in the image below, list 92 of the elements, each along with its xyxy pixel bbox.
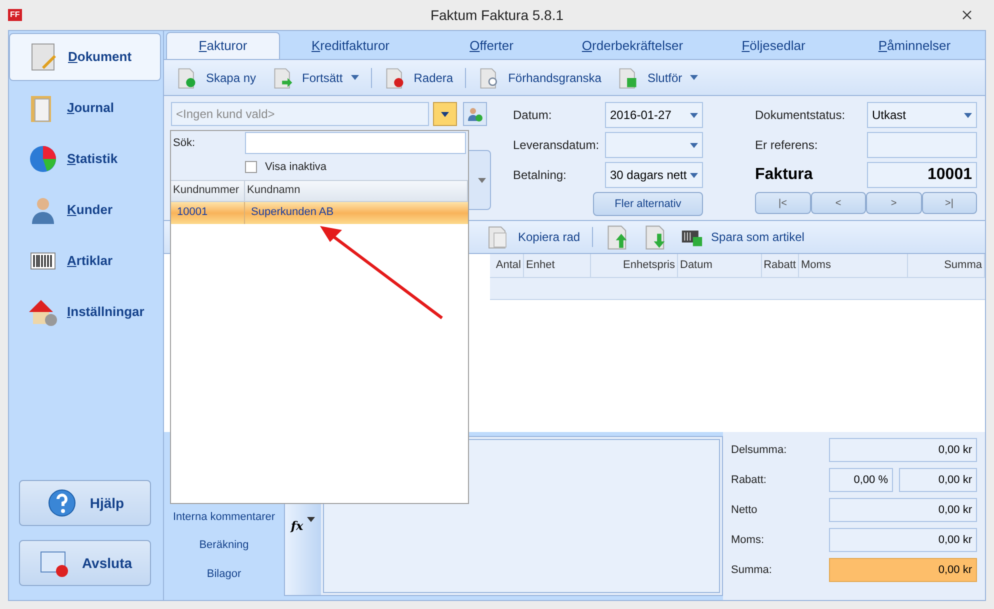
column-header[interactable]: Kundnummer [171, 180, 245, 200]
window-title: Faktum Faktura 5.8.1 [429, 6, 565, 24]
document-type: Faktura [755, 165, 814, 185]
sidebar-item[interactable]: Kunder [9, 186, 161, 234]
field-label: Betalning: [513, 167, 568, 184]
percent-field[interactable]: 0,00 % [829, 468, 893, 492]
caret-icon [690, 75, 698, 80]
table-cell: 10001 [171, 202, 245, 224]
tab[interactable]: Påminnelser [844, 32, 985, 59]
caret-icon [690, 112, 698, 118]
nav-button[interactable]: |< [755, 192, 810, 214]
column-header[interactable]: Enhet [524, 254, 591, 277]
more-options-button[interactable]: Fler alternativ [593, 192, 703, 216]
document-forward-icon [272, 66, 294, 88]
checkbox[interactable] [245, 161, 257, 174]
caret-icon [690, 142, 698, 148]
total-label: Summa: [731, 562, 773, 578]
formula-button[interactable]: fx [290, 517, 304, 535]
add-person-icon [467, 106, 483, 122]
customer-row[interactable]: 10001 Superkunden AB [171, 202, 468, 224]
total-field: 0,00 kr [899, 468, 977, 492]
table-row[interactable] [490, 278, 985, 300]
column-header[interactable]: Moms [799, 254, 908, 277]
app-logo: FF [8, 9, 22, 21]
sidebar-item[interactable]: Journal [9, 84, 161, 132]
customer-field[interactable]: <Ingen kund vald> [171, 102, 429, 126]
toolbar-button[interactable]: Spara som artikel [681, 226, 804, 248]
total-label: Rabatt: [731, 472, 768, 488]
caret-icon [690, 172, 698, 178]
status-dropdown[interactable]: Utkast [867, 102, 977, 128]
sidebar-item[interactable]: Dokument [9, 33, 161, 81]
sidebar-button[interactable]: Avsluta [19, 540, 151, 586]
tab[interactable]: Offerter [421, 32, 562, 59]
field-label: Leveransdatum: [513, 137, 600, 154]
caret-icon [478, 178, 486, 182]
field-label: Datum: [513, 107, 553, 124]
tab[interactable]: Fakturor [166, 32, 280, 59]
nav-button[interactable]: < [810, 192, 866, 214]
dropdown-field[interactable] [605, 132, 703, 158]
total-label: Delsumma: [731, 442, 788, 458]
column-header[interactable]: Summa [908, 254, 985, 277]
total-field: 0,00 kr [829, 528, 977, 552]
tab[interactable]: Kreditfakturor [280, 32, 421, 59]
total-label: Moms: [731, 532, 765, 548]
sidebar-item[interactable]: Artiklar [9, 237, 161, 285]
document-number: 10001 [867, 162, 977, 188]
dropdown-field[interactable]: 2016-01-27 [605, 102, 703, 128]
side-tab[interactable]: Beräkning [199, 537, 249, 554]
total-field: 0,00 kr [829, 498, 977, 522]
caret-icon [350, 75, 359, 80]
toolbar-button[interactable]: Skapa ny [172, 66, 260, 88]
checkbox-label: Visa inaktiva [265, 160, 327, 175]
column-header[interactable]: Rabatt [762, 254, 799, 277]
column-header[interactable]: Antal [490, 254, 524, 277]
table-cell-text: Superkunden AB [250, 205, 335, 220]
sidebar-item[interactable]: Statistik [9, 135, 161, 183]
tab[interactable]: Orderbekräftelser [562, 32, 703, 59]
total-field: 0,00 kr [829, 438, 977, 462]
column-header[interactable]: Datum [678, 254, 762, 277]
toolbar-button[interactable]: Radera [380, 66, 458, 88]
total-field: 0,00 kr [829, 558, 977, 582]
toolbar-button[interactable]: Fortsätt [268, 66, 363, 88]
field-label: Er referens: [755, 137, 819, 154]
caret-icon [441, 112, 449, 116]
search-field[interactable] [245, 132, 466, 154]
sidebar-item[interactable]: Inställningar [9, 288, 161, 336]
column-header[interactable]: Kundnamn [245, 180, 468, 200]
document-check-icon [617, 66, 640, 88]
pie-chart-icon [27, 143, 59, 175]
sidebar-button[interactable]: Hjälp [19, 480, 151, 526]
toolbar-button[interactable]: Kopiera rad [486, 225, 580, 249]
total-label: Netto [731, 502, 758, 518]
dropdown-button[interactable] [433, 102, 457, 126]
side-tab[interactable]: Interna kommentarer [172, 508, 276, 525]
close-icon[interactable] [962, 10, 972, 20]
nav-button[interactable]: > [866, 192, 922, 214]
search-label: Sök: [173, 136, 196, 151]
reference-field[interactable] [867, 132, 977, 158]
document-delete-icon [384, 66, 406, 88]
nav-button[interactable]: >| [922, 192, 977, 214]
caret-icon [964, 112, 972, 118]
field-label: Dokumentstatus: [755, 107, 846, 124]
toolbar-button[interactable]: Förhandsgranska [474, 66, 606, 88]
toolbar-button[interactable]: Slutför [613, 66, 702, 88]
caret-icon [307, 517, 316, 522]
column-header[interactable]: Enhetspris [591, 254, 678, 277]
side-tab[interactable]: Bilagor [206, 566, 242, 582]
help-icon [46, 487, 78, 519]
dropdown-field[interactable]: 30 dagars nett [605, 162, 703, 188]
tab[interactable]: Följesedlar [703, 32, 844, 59]
add-customer-button[interactable] [463, 102, 487, 126]
document-add-icon [176, 66, 198, 88]
